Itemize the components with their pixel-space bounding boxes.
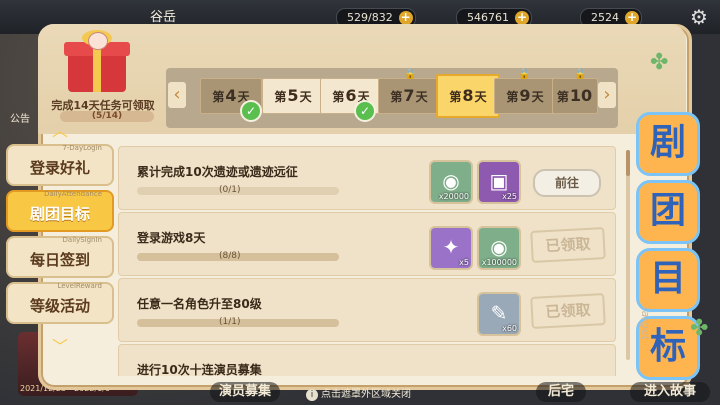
check-icon: ✓ — [240, 100, 262, 122]
tab-level-event[interactable]: LevelReward 等级活动 — [6, 282, 114, 324]
task-row: 任意一名角色升至80级 (1/1) ✎ x60 已领取 — [118, 278, 616, 342]
close-hint: i 点击遮罩外区域关闭 — [306, 385, 411, 401]
task-progress-text: (0/1) — [219, 185, 241, 195]
task-row: 登录游戏8天 (8/8) ✦ x5 ◉ x100000 已领取 — [118, 212, 616, 276]
claimed-stamp: 已领取 — [530, 293, 606, 329]
task-title: 累计完成10次遗迹或遗迹远征 — [137, 165, 298, 179]
day-tab-8[interactable]: 第8天 — [436, 74, 500, 118]
day-suffix: 天 — [531, 90, 544, 104]
tab-troupe-goal[interactable]: DailyAttendance 剧团目标 — [6, 190, 114, 232]
day-prefix: 第 — [332, 90, 345, 104]
day-number: 9 — [519, 86, 531, 105]
day-suffix: 天 — [299, 90, 312, 104]
chevron-up-icon[interactable]: ︿ — [48, 123, 72, 139]
day-number: 7 — [403, 86, 415, 105]
list-scroll-thumb[interactable] — [626, 150, 630, 176]
chevron-down-icon[interactable]: ﹀ — [48, 339, 72, 355]
energy-value: 529/832 — [347, 11, 393, 24]
script-decoration: Target — [638, 305, 652, 340]
day-tab-5[interactable]: 第5天 — [262, 78, 324, 114]
day-prefix: 第 — [274, 90, 287, 104]
reward-count: x100000 — [481, 258, 517, 267]
tab-label: 每日签到 — [29, 251, 90, 269]
claimed-stamp: 已领取 — [530, 227, 606, 263]
gear-icon[interactable]: ⚙ — [688, 6, 710, 28]
treasure-chest-icon[interactable]: ▣ x25 — [477, 160, 521, 204]
day-tab-10[interactable]: 第10 — [552, 78, 598, 114]
task-title: 进行10次十连演员募集 — [137, 363, 262, 376]
tab-sub: DailySignIn — [62, 236, 102, 244]
title-char: 团 — [636, 180, 700, 244]
reward-count: x60 — [502, 324, 517, 333]
day-tab-9[interactable]: 第9天 — [494, 78, 556, 114]
check-icon: ✓ — [354, 100, 376, 122]
go-button[interactable]: 前往 — [533, 169, 601, 197]
notice-label[interactable]: 公告 — [10, 110, 30, 125]
coin-plus-icon[interactable]: + — [515, 11, 529, 25]
info-icon: i — [306, 389, 318, 401]
milestone-progress-bar: (5/14) — [60, 111, 154, 122]
milestone-progress-text: (5/14) — [91, 111, 123, 121]
tab-label: 剧团目标 — [29, 205, 90, 223]
day-next-arrow-icon[interactable]: › — [598, 82, 616, 108]
reward-count: x25 — [502, 192, 517, 201]
tab-sub: 7-DayLogin — [62, 144, 102, 152]
gift-box-icon[interactable] — [62, 30, 132, 92]
gem-plus-icon[interactable]: + — [625, 11, 639, 25]
energy-plus-icon[interactable]: + — [398, 11, 413, 25]
title-char: 剧 — [636, 112, 700, 176]
player-name: 谷岳 — [150, 10, 177, 25]
day-suffix: 天 — [415, 90, 428, 104]
tab-label: 等级活动 — [29, 297, 90, 315]
panel-title-vertical: 剧 团 目 标 — [636, 112, 700, 384]
day-suffix: 天 — [474, 90, 487, 104]
coin-value: 546761 — [467, 11, 509, 24]
tab-daily-signin[interactable]: DailySignIn 每日签到 — [6, 236, 114, 278]
day-tab-7[interactable]: 第7天 — [378, 78, 440, 114]
task-title: 登录游戏8天 — [137, 231, 206, 245]
day-prefix: 第 — [556, 90, 569, 104]
day-number: 4 — [225, 86, 237, 105]
day-prefix: 第 — [449, 90, 462, 104]
task-title: 任意一名角色升至80级 — [137, 297, 262, 311]
silver-coin-icon[interactable]: ◉ x100000 — [477, 226, 521, 270]
task-progress-text: (8/8) — [219, 251, 241, 261]
reward-count: x20000 — [438, 192, 469, 201]
day-prefix: 第 — [390, 90, 403, 104]
clover-icon: ✤ — [650, 50, 669, 75]
task-row: 累计完成10次遗迹或遗迹远征 (0/1) ◉ x20000 ▣ x25 前往 — [118, 146, 616, 210]
tab-login-gift[interactable]: 7-DayLogin 登录好礼 — [6, 144, 114, 186]
lock-icon: 🔒 — [574, 69, 587, 80]
lock-icon: 🔒 — [518, 69, 531, 80]
list-scrollbar[interactable] — [626, 150, 630, 360]
tab-label: 登录好礼 — [29, 159, 90, 177]
close-hint-text: 点击遮罩外区域关闭 — [321, 389, 411, 400]
home-button[interactable]: 后宅 — [536, 382, 586, 402]
lock-icon: 🔒 — [404, 69, 417, 80]
day-number: 10 — [569, 86, 593, 105]
day-prefix: 第 — [506, 90, 519, 104]
day-number: 6 — [345, 86, 357, 105]
recruit-button[interactable]: 演员募集 — [210, 382, 280, 402]
day-prev-arrow-icon[interactable]: ‹ — [168, 82, 186, 108]
reward-count: x5 — [459, 258, 469, 267]
tab-sub: DailyAttendance — [44, 190, 102, 198]
task-row: 进行10次十连演员募集 — [118, 344, 616, 376]
task-list[interactable]: 累计完成10次遗迹或遗迹远征 (0/1) ◉ x20000 ▣ x25 前往 登录游… — [118, 140, 622, 376]
day-prefix: 第 — [212, 90, 225, 104]
silver-coin-icon[interactable]: ◉ x20000 — [429, 160, 473, 204]
crystal-icon[interactable]: ✦ x5 — [429, 226, 473, 270]
enter-story-button[interactable]: 进入故事 — [630, 382, 710, 402]
day-number: 8 — [462, 86, 474, 105]
tab-sub: LevelReward — [57, 282, 102, 290]
gem-value: 2524 — [591, 11, 619, 24]
day-number: 5 — [287, 86, 299, 105]
scroll-icon[interactable]: ✎ x60 — [477, 292, 521, 336]
title-char: 目 — [636, 248, 700, 312]
clover-icon: ✤ — [690, 316, 709, 341]
task-progress-text: (1/1) — [219, 317, 241, 327]
